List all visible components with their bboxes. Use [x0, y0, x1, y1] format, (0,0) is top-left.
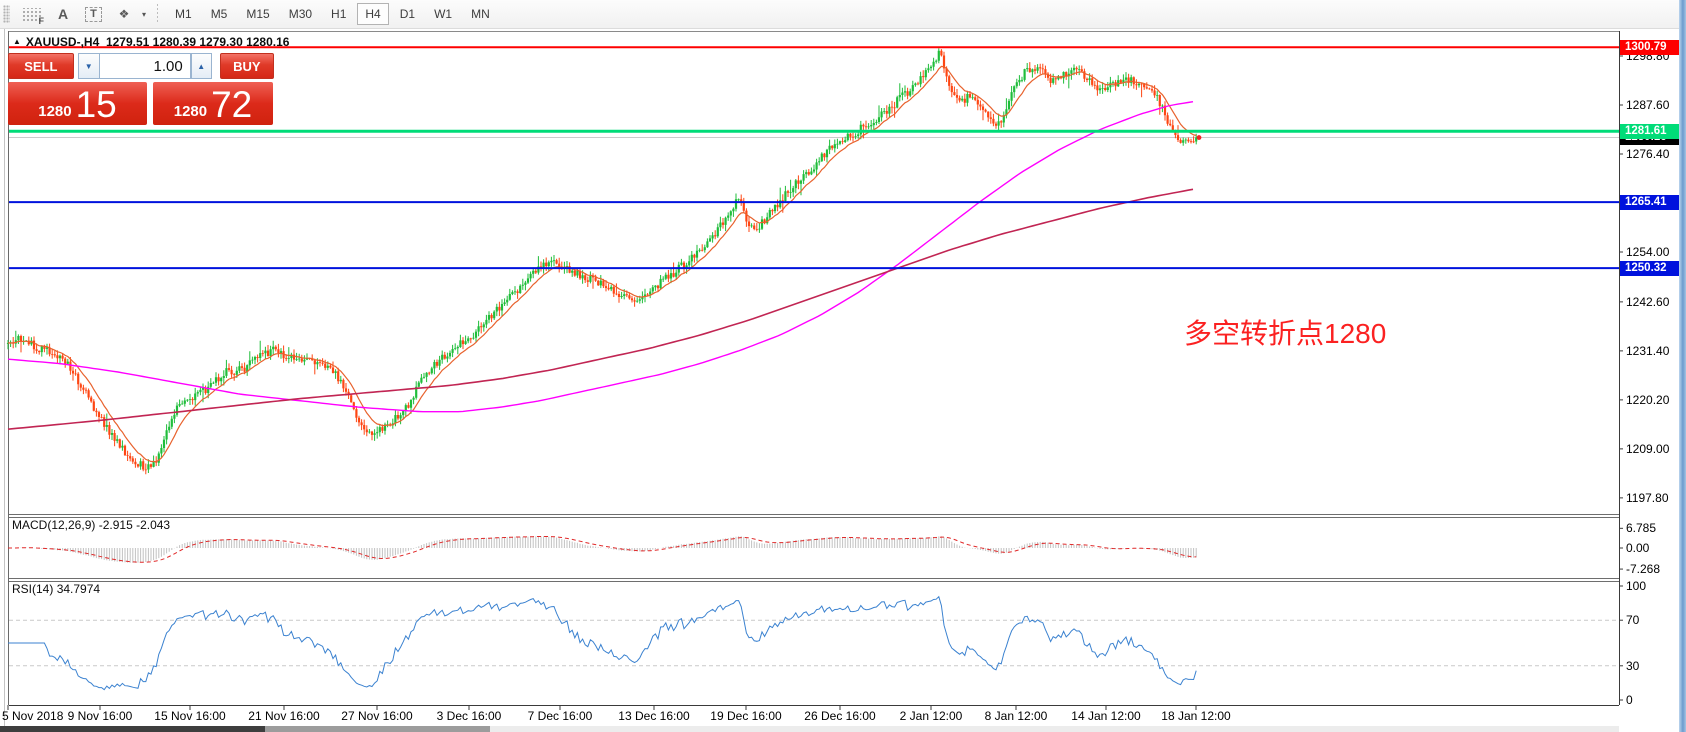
window-edge [1679, 0, 1686, 732]
date-tick-label: 14 Jan 12:00 [1061, 709, 1151, 723]
date-tick-label: 8 Jan 12:00 [971, 709, 1061, 723]
price-tick-label: 1209.00 [1626, 442, 1682, 456]
chart-header: ▲ XAUUSD-,H4 1279.51 1280.39 1279.30 1280… [13, 35, 289, 49]
date-tick-label: 21 Nov 16:00 [239, 709, 329, 723]
rsi-label: RSI(14) 34.7974 [12, 582, 100, 596]
sell-button[interactable]: SELL [8, 53, 74, 79]
sell-price-pips: 15 [76, 85, 117, 125]
buy-price-stem: 1280 [174, 103, 207, 120]
price-tick-label: 1242.60 [1626, 295, 1682, 309]
price-badge: 1250.32 [1620, 261, 1679, 276]
date-tick-label: 15 Nov 16:00 [145, 709, 235, 723]
macd-label: MACD(12,26,9) -2.915 -2.043 [12, 518, 170, 532]
timeframe-m1[interactable]: M1 [167, 3, 200, 25]
price-badge: 1265.41 [1620, 195, 1679, 210]
chevron-down-icon: ▾ [142, 10, 146, 19]
sell-price-panel[interactable]: 1280 15 [8, 82, 147, 125]
volume-increase-button[interactable]: ▲ [191, 53, 212, 79]
timeframe-m30[interactable]: M30 [281, 3, 320, 25]
h-scrollbar-thumb-light [265, 726, 490, 732]
price-tick-label: 1197.80 [1626, 491, 1682, 505]
timeframe-w1[interactable]: W1 [426, 3, 460, 25]
rsi-tick-label: 70 [1626, 613, 1682, 627]
timeframe-h1[interactable]: H1 [323, 3, 354, 25]
macd-tick-label: -7.268 [1626, 562, 1682, 576]
macd-values: -2.915 -2.043 [99, 518, 170, 532]
toolbar: FAT ❖ ▾ M1M5M15M30H1H4D1W1MN [0, 0, 1679, 29]
date-tick-label: 3 Dec 16:00 [424, 709, 514, 723]
rsi-tick-label: 0 [1626, 693, 1682, 707]
date-tick-label: 27 Nov 16:00 [332, 709, 422, 723]
rsi-tick-label: 100 [1626, 579, 1682, 593]
indicator-list-icon[interactable]: F [21, 8, 41, 21]
price-tick-label: 1287.60 [1626, 98, 1682, 112]
buy-price-panel[interactable]: 1280 72 [153, 82, 273, 125]
chart-text-annotation: 多空转折点1280 [1184, 312, 1386, 352]
date-tick-label: 19 Dec 16:00 [701, 709, 791, 723]
date-tick-label: 9 Nov 16:00 [55, 709, 145, 723]
buy-price-pips: 72 [211, 85, 252, 125]
h-scrollbar-thumb[interactable] [0, 726, 265, 732]
date-tick-label: 18 Jan 12:00 [1151, 709, 1241, 723]
volume-input[interactable] [99, 53, 191, 79]
date-tick-label: 2 Jan 12:00 [886, 709, 976, 723]
toolbar-separator [157, 4, 158, 24]
mt4-terminal: FAT ❖ ▾ M1M5M15M30H1H4D1W1MN ▲ XAUUSD-,H4 1… [0, 0, 1686, 732]
text-annotation-icon[interactable]: A [53, 6, 73, 22]
date-tick-label: 26 Dec 16:00 [795, 709, 885, 723]
price-tick-label: 1254.00 [1626, 245, 1682, 259]
text-label-icon[interactable]: T [85, 7, 102, 22]
timeframe-h4[interactable]: H4 [357, 3, 388, 25]
macd-tick-label: 6.785 [1626, 521, 1682, 535]
symbol-triangle-icon: ▲ [13, 37, 21, 46]
timeframe-buttons: M1M5M15M30H1H4D1W1MN [167, 3, 498, 25]
price-tick-label: 1276.40 [1626, 147, 1682, 161]
volume-decrease-button[interactable]: ▼ [78, 53, 99, 79]
toolbar-icons: FAT ❖ ▾ [15, 6, 146, 22]
rsi-tick-label: 30 [1626, 659, 1682, 673]
sell-price-stem: 1280 [38, 103, 71, 120]
timeframe-mn[interactable]: MN [463, 3, 498, 25]
date-tick-label: 13 Dec 16:00 [609, 709, 699, 723]
price-badge: 1300.79 [1620, 40, 1679, 55]
timeframe-m5[interactable]: M5 [203, 3, 236, 25]
chart-symbol: XAUUSD-,H4 [26, 35, 99, 49]
date-tick-label: 7 Dec 16:00 [515, 709, 605, 723]
price-badge: 1281.61 [1620, 124, 1679, 139]
price-tick-label: 1231.40 [1626, 344, 1682, 358]
buy-button[interactable]: BUY [220, 53, 274, 79]
arrow-objects-icon[interactable]: ❖ [114, 6, 134, 22]
toolbar-grip[interactable] [3, 5, 10, 23]
timeframe-m15[interactable]: M15 [238, 3, 277, 25]
macd-tick-label: 0.00 [1626, 541, 1682, 555]
price-tick-label: 1220.20 [1626, 393, 1682, 407]
chart-ohlc: 1279.51 1280.39 1279.30 1280.16 [106, 35, 290, 49]
timeframe-d1[interactable]: D1 [392, 3, 423, 25]
one-click-trade-panel: SELL ▼ ▲ BUY 1280 15 1280 72 [8, 53, 274, 125]
horizontal-scrollbar[interactable] [0, 726, 1619, 732]
rsi-value: 34.7974 [57, 582, 100, 596]
